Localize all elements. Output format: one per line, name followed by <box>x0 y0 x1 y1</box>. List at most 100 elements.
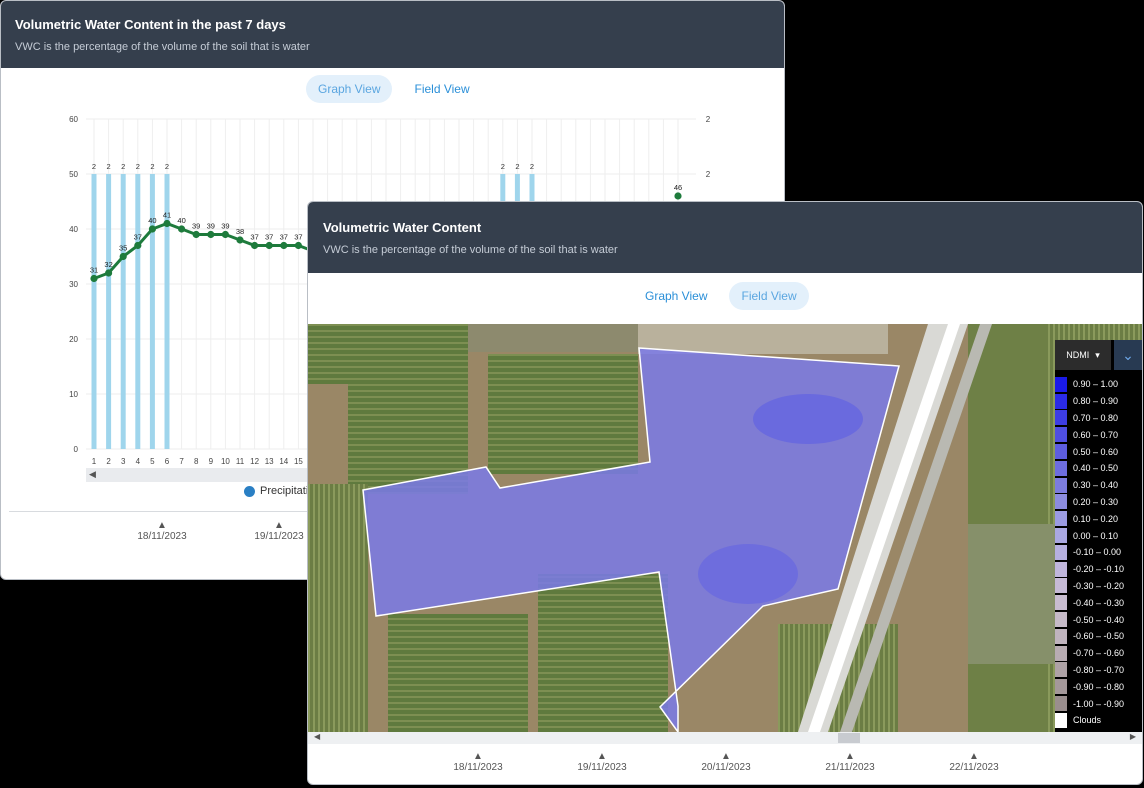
legend-row: -0.60 – -0.50 <box>1055 628 1142 645</box>
marker-icon: ▲ <box>721 751 731 762</box>
scroll-right-icon[interactable]: ▶ <box>1130 732 1136 741</box>
satellite-image <box>308 324 1142 732</box>
vineyard-block <box>468 324 648 352</box>
vwc-data-label: 37 <box>134 233 142 242</box>
vwc-data-point[interactable] <box>90 274 98 283</box>
chevron-down-icon[interactable]: ⌄ <box>1114 340 1142 370</box>
tab-field-view[interactable]: Field View <box>729 282 809 310</box>
x-tick-label: 6 <box>165 457 170 466</box>
vwc-data-label: 39 <box>207 222 215 231</box>
y-tick-label: 40 <box>69 225 78 234</box>
x-tick-label: 2 <box>106 457 111 466</box>
marker-icon: ▲ <box>969 751 979 762</box>
scroll-thumb[interactable] <box>838 733 860 743</box>
legend-label: 0.00 – 0.10 <box>1073 530 1119 541</box>
vwc-data-point[interactable] <box>119 252 127 261</box>
ndmi-dark-patch <box>698 544 798 604</box>
vwc-data-point[interactable] <box>236 236 244 244</box>
tab-field-view[interactable]: Field View <box>402 75 481 103</box>
vwc-data-label: 32 <box>104 260 112 269</box>
vwc-data-point[interactable] <box>178 225 186 233</box>
timeline-marker[interactable]: ▲ 21/11/2023 <box>815 751 885 773</box>
vwc-data-point[interactable] <box>163 219 171 228</box>
bar-data-label: 2 <box>92 162 96 171</box>
timeline-date: 22/11/2023 <box>949 762 999 773</box>
timeline-date: 19/11/2023 <box>577 762 627 773</box>
legend-label: 0.70 – 0.80 <box>1073 412 1119 423</box>
vwc-data-point[interactable] <box>134 241 142 250</box>
timeline-marker[interactable]: ▲ 22/11/2023 <box>939 751 1009 773</box>
y-tick-label: 0 <box>74 445 79 454</box>
marker-icon: ▲ <box>597 751 607 762</box>
vwc-data-point[interactable] <box>221 230 229 239</box>
timeline-date: 20/11/2023 <box>701 762 751 773</box>
legend-label: -0.40 – -0.30 <box>1073 597 1125 608</box>
date-timeline: ▲ 18/11/2023 ▲ 19/11/2023 ▲ 20/11/2023 ▲ 21/11/… <box>308 751 1142 781</box>
y-tick-label: 20 <box>69 335 78 344</box>
x-tick-label: 12 <box>250 457 259 466</box>
vwc-data-point[interactable] <box>192 230 200 239</box>
legend-swatch <box>1055 645 1067 661</box>
vineyard-block <box>308 484 368 732</box>
legend-row: 0.80 – 0.90 <box>1055 393 1142 410</box>
legend-swatch <box>1055 477 1067 493</box>
scroll-left-icon[interactable]: ◀ <box>89 469 96 480</box>
legend-row: 0.60 – 0.70 <box>1055 426 1142 443</box>
vwc-data-label: 46 <box>674 183 682 192</box>
vwc-data-label: 37 <box>280 233 288 242</box>
timeline-date: 19/11/2023 <box>254 531 304 542</box>
legend-label: 0.20 – 0.30 <box>1073 496 1119 507</box>
ndmi-dark-patch <box>753 394 863 444</box>
chart-legend: Precipitati <box>244 485 308 497</box>
x-tick-label: 13 <box>265 457 274 466</box>
legend-swatch <box>1055 528 1067 544</box>
index-select[interactable]: NDMI ▾ <box>1055 340 1111 370</box>
legend-row: -0.90 – -0.80 <box>1055 678 1142 695</box>
legend-swatch <box>1055 494 1067 510</box>
timeline-marker[interactable]: ▲ 19/11/2023 <box>567 751 637 773</box>
x-tick-label: 4 <box>136 457 141 466</box>
timeline-scrollbar[interactable]: ◀ ▶ <box>308 732 1142 744</box>
legend-row: -0.20 – -0.10 <box>1055 561 1142 578</box>
vwc-data-point[interactable] <box>148 225 156 233</box>
vineyard-block <box>538 574 668 732</box>
legend-row: -1.00 – -0.90 <box>1055 695 1142 712</box>
vwc-data-point[interactable] <box>207 230 215 239</box>
timeline-date: 18/11/2023 <box>453 762 503 773</box>
vwc-data-point[interactable] <box>265 241 273 250</box>
legend-label: 0.60 – 0.70 <box>1073 429 1119 440</box>
vwc-data-point[interactable] <box>251 241 259 250</box>
y-tick-label: 60 <box>69 115 78 124</box>
vineyard-block <box>638 324 888 354</box>
marker-icon: ▲ <box>845 751 855 762</box>
timeline-marker[interactable]: ▲ 19/11/2023 <box>246 520 312 542</box>
tab-graph-view[interactable]: Graph View <box>306 75 393 103</box>
legend-label: 0.80 – 0.90 <box>1073 396 1119 407</box>
precipitation-bar <box>91 174 97 449</box>
view-tabs: Graph View Field View <box>306 75 482 103</box>
scroll-left-icon[interactable]: ◀ <box>314 732 320 741</box>
timeline-marker[interactable]: ▲ 18/11/2023 <box>443 751 513 773</box>
legend-label: 0.10 – 0.20 <box>1073 513 1119 524</box>
timeline-marker[interactable]: ▲ 18/11/2023 <box>129 520 195 542</box>
vwc-data-point[interactable] <box>294 241 302 250</box>
timeline-marker[interactable]: ▲ 20/11/2023 <box>691 751 761 773</box>
legend-label: -0.10 – 0.00 <box>1073 547 1122 558</box>
vwc-data-point[interactable] <box>280 241 288 250</box>
legend-label: 0.50 – 0.60 <box>1073 446 1119 457</box>
tab-graph-view[interactable]: Graph View <box>633 282 719 310</box>
legend-items: 0.90 – 1.00 0.80 – 0.90 0.70 – 0.80 0.60 – … <box>1055 376 1142 729</box>
legend-label: 0.90 – 1.00 <box>1073 379 1119 390</box>
card-title: Volumetric Water Content <box>323 220 482 235</box>
field-map[interactable]: NDMI ▾ ⌄ 0.90 – 1.00 0.80 – 0.90 0.70 – 0.… <box>308 324 1142 732</box>
vwc-data-point[interactable] <box>674 192 682 200</box>
legend-row: 0.50 – 0.60 <box>1055 443 1142 460</box>
legend-label: -1.00 – -0.90 <box>1073 698 1125 709</box>
legend-swatch <box>1055 578 1067 594</box>
marker-icon: ▲ <box>473 751 483 762</box>
vwc-data-point[interactable] <box>105 269 113 277</box>
legend-label: 0.40 – 0.50 <box>1073 463 1119 474</box>
vwc-data-label: 39 <box>221 222 229 231</box>
x-tick-label: 5 <box>150 457 155 466</box>
vwc-data-label: 37 <box>265 233 273 242</box>
